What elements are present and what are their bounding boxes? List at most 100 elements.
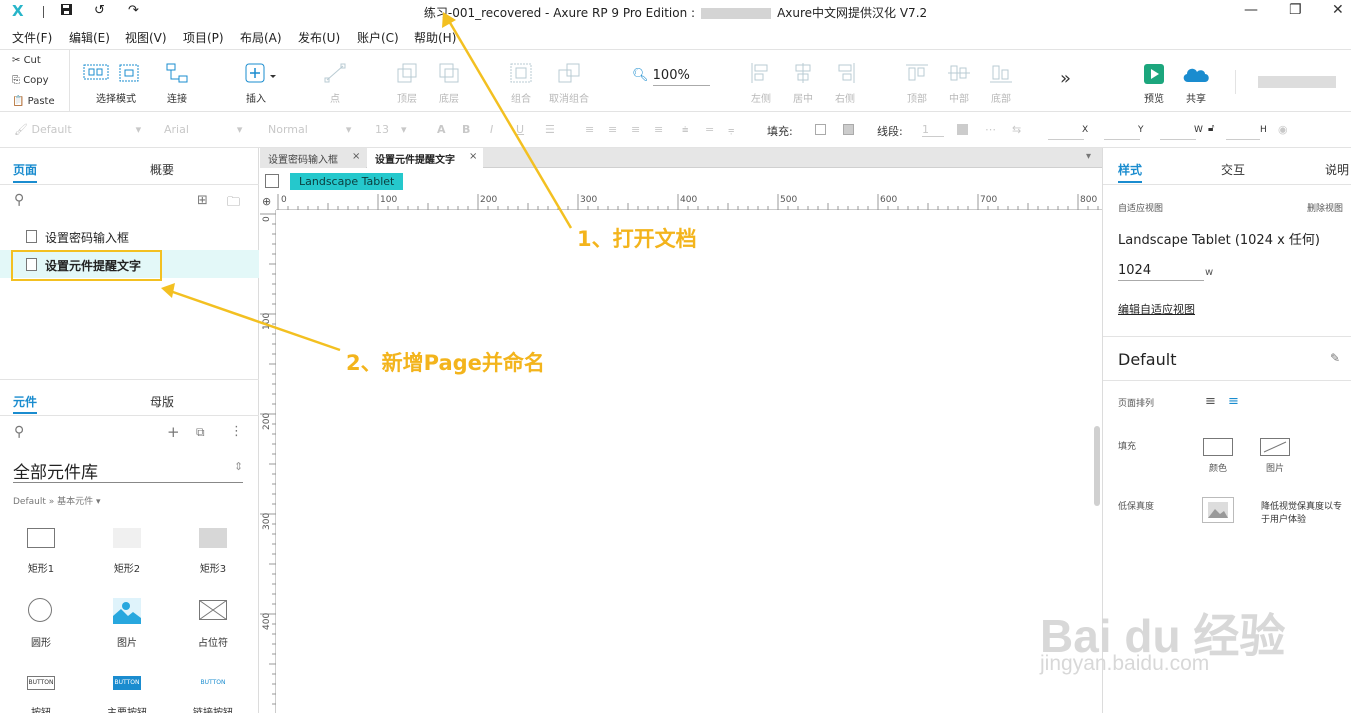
visibility-eye-icon[interactable]: ◉ bbox=[1278, 123, 1288, 136]
close-tab-icon[interactable]: × bbox=[469, 151, 477, 162]
text-color-icon[interactable]: A bbox=[437, 123, 446, 136]
widget-search-icon[interactable]: ⚲ bbox=[14, 424, 24, 440]
fill-color-button[interactable] bbox=[1203, 438, 1233, 456]
underline-icon[interactable]: U bbox=[516, 123, 524, 136]
low-fidelity-toggle[interactable] bbox=[1202, 497, 1234, 523]
delete-view-link[interactable]: 删除视图 bbox=[1307, 201, 1343, 214]
align-left-text-icon[interactable]: ≡ bbox=[585, 123, 594, 136]
add-library-icon[interactable]: + bbox=[167, 423, 180, 441]
valign-bottom-icon[interactable]: ⩦ bbox=[728, 123, 734, 137]
close-tab-icon[interactable]: × bbox=[352, 151, 360, 162]
adaptive-view-icon[interactable] bbox=[265, 174, 279, 188]
menu-file[interactable]: 文件(F) bbox=[12, 29, 52, 46]
doc-tab-widget-hint-text[interactable]: 设置元件提醒文字 × bbox=[367, 148, 483, 168]
panel-splitter[interactable] bbox=[0, 379, 259, 380]
tab-notes[interactable]: 说明 bbox=[1325, 161, 1349, 178]
tab-widgets[interactable]: 元件 bbox=[13, 393, 37, 410]
menu-help[interactable]: 帮助(H) bbox=[414, 29, 456, 46]
select-mode-button[interactable]: 选择模式 bbox=[83, 50, 146, 112]
italic-icon[interactable]: I bbox=[490, 123, 493, 136]
canvas-scrollbar[interactable] bbox=[1094, 426, 1100, 506]
ungroup-button[interactable]: 取消组合 bbox=[545, 50, 593, 112]
valign-top-icon[interactable]: ⩧ bbox=[682, 123, 688, 137]
bullet-list-icon[interactable]: ☰ bbox=[545, 123, 555, 136]
bold-icon[interactable]: B bbox=[462, 123, 470, 136]
connect-button[interactable]: 连接 bbox=[153, 50, 201, 112]
stroke-color-swatch[interactable] bbox=[957, 124, 968, 135]
library-copy-icon[interactable]: ⧉ bbox=[196, 425, 205, 440]
align-center-text-icon[interactable]: ≡ bbox=[608, 123, 617, 136]
menu-view[interactable]: 视图(V) bbox=[125, 29, 167, 46]
widget-rectangle-1[interactable]: 矩形1 bbox=[11, 522, 71, 582]
fill-image-button[interactable] bbox=[1260, 438, 1290, 456]
share-button[interactable]: 共享 bbox=[1172, 50, 1220, 112]
design-canvas[interactable] bbox=[277, 211, 1102, 713]
align-bottom-button[interactable]: 底部 bbox=[977, 50, 1025, 112]
library-select-arrow-icon[interactable]: ⇕ bbox=[234, 460, 243, 473]
widget-primary-button[interactable]: BUTTON 主要按钮 bbox=[97, 670, 157, 713]
close-window-button[interactable]: ✕ bbox=[1332, 2, 1344, 18]
send-to-bottom-button[interactable]: 底层 bbox=[425, 50, 473, 112]
minimize-button[interactable]: — bbox=[1244, 2, 1258, 18]
cut-button[interactable]: ✂ Cut bbox=[12, 55, 41, 66]
point-button[interactable]: 点 bbox=[311, 50, 359, 112]
x-input[interactable] bbox=[1048, 120, 1084, 140]
page-style-name[interactable]: Default bbox=[1118, 350, 1176, 369]
menu-project[interactable]: 项目(P) bbox=[183, 29, 224, 46]
widget-rectangle-3[interactable]: 矩形3 bbox=[183, 522, 243, 582]
view-width-input[interactable]: 1024 bbox=[1118, 263, 1204, 281]
valign-middle-icon[interactable]: = bbox=[705, 123, 714, 136]
align-right-text-icon[interactable]: ≡ bbox=[631, 123, 640, 136]
tab-list-dropdown-icon[interactable]: ▾ bbox=[1086, 151, 1091, 162]
widget-circle[interactable]: 圆形 bbox=[11, 596, 71, 656]
align-right-button[interactable]: 右侧 bbox=[821, 50, 869, 112]
font-dropdown[interactable]: Arial ▾ bbox=[164, 123, 242, 136]
adaptive-view-badge[interactable]: Landscape Tablet bbox=[290, 173, 404, 190]
fill-image-swatch[interactable] bbox=[843, 124, 854, 135]
arrow-style-icon[interactable]: ⇆ bbox=[1012, 123, 1021, 136]
restore-button[interactable]: ❐ bbox=[1289, 2, 1302, 18]
library-breadcrumb[interactable]: Default » 基本元件 ▾ bbox=[13, 494, 101, 507]
blurred-account[interactable] bbox=[1258, 76, 1336, 88]
tab-pages[interactable]: 页面 bbox=[13, 161, 37, 178]
menu-publish[interactable]: 发布(U) bbox=[298, 29, 340, 46]
more-tools-button[interactable]: » bbox=[1060, 68, 1071, 89]
copy-button[interactable]: ⎘ Copy bbox=[12, 75, 49, 86]
widget-image[interactable]: 图片 bbox=[97, 596, 157, 656]
page-item-password-input[interactable]: 设置密码输入框 bbox=[0, 222, 259, 250]
paste-button[interactable]: 📋 Paste bbox=[12, 96, 55, 107]
library-name[interactable]: 全部元件库 bbox=[13, 458, 98, 483]
page-search-icon[interactable]: ⚲ bbox=[14, 192, 24, 208]
add-page-icon[interactable]: ⊞ bbox=[197, 193, 208, 208]
fill-color-swatch[interactable] bbox=[815, 124, 826, 135]
align-page-center-icon[interactable]: ≡ bbox=[1228, 394, 1239, 409]
tab-style[interactable]: 样式 bbox=[1118, 161, 1142, 178]
menu-arrange[interactable]: 布局(A) bbox=[240, 29, 282, 46]
menu-edit[interactable]: 编辑(E) bbox=[69, 29, 110, 46]
lock-ratio-icon[interactable]: 🔓︎ bbox=[1208, 123, 1214, 134]
tab-outline[interactable]: 概要 bbox=[150, 161, 174, 178]
tab-interaction[interactable]: 交互 bbox=[1221, 161, 1245, 178]
widget-button[interactable]: BUTTON 按钮 bbox=[11, 670, 71, 713]
widget-link-button[interactable]: BUTTON 链接按钮 bbox=[183, 670, 243, 713]
edit-adaptive-views-link[interactable]: 编辑自适应视图 bbox=[1118, 301, 1195, 317]
weight-dropdown[interactable]: Normal ▾ bbox=[268, 123, 351, 136]
zoom-control[interactable]: 🔍︎ 100% bbox=[632, 68, 710, 86]
width-input[interactable] bbox=[1160, 120, 1196, 140]
add-folder-icon[interactable]: 🗀 bbox=[227, 193, 240, 215]
justify-text-icon[interactable]: ≡ bbox=[654, 123, 663, 136]
widget-placeholder[interactable]: 占位符 bbox=[183, 596, 243, 656]
doc-tab-password-input[interactable]: 设置密码输入框 × bbox=[260, 148, 366, 168]
align-page-left-icon[interactable]: ≡ bbox=[1205, 394, 1216, 409]
stroke-width-input[interactable]: 1 bbox=[922, 123, 944, 137]
height-input[interactable] bbox=[1226, 120, 1260, 140]
stroke-pattern-icon[interactable]: ⋯ bbox=[985, 123, 996, 136]
style-dropdown[interactable]: 🖌 Default ▾ bbox=[14, 123, 141, 136]
size-dropdown[interactable]: 13 ▾ bbox=[375, 123, 407, 136]
widget-rectangle-2[interactable]: 矩形2 bbox=[97, 522, 157, 582]
menu-account[interactable]: 账户(C) bbox=[357, 29, 399, 46]
library-more-icon[interactable]: ⋮ bbox=[230, 424, 243, 439]
tab-masters[interactable]: 母版 bbox=[150, 393, 174, 410]
edit-style-icon[interactable]: ✎ bbox=[1330, 351, 1340, 365]
insert-button[interactable]: 插入 bbox=[232, 50, 280, 112]
